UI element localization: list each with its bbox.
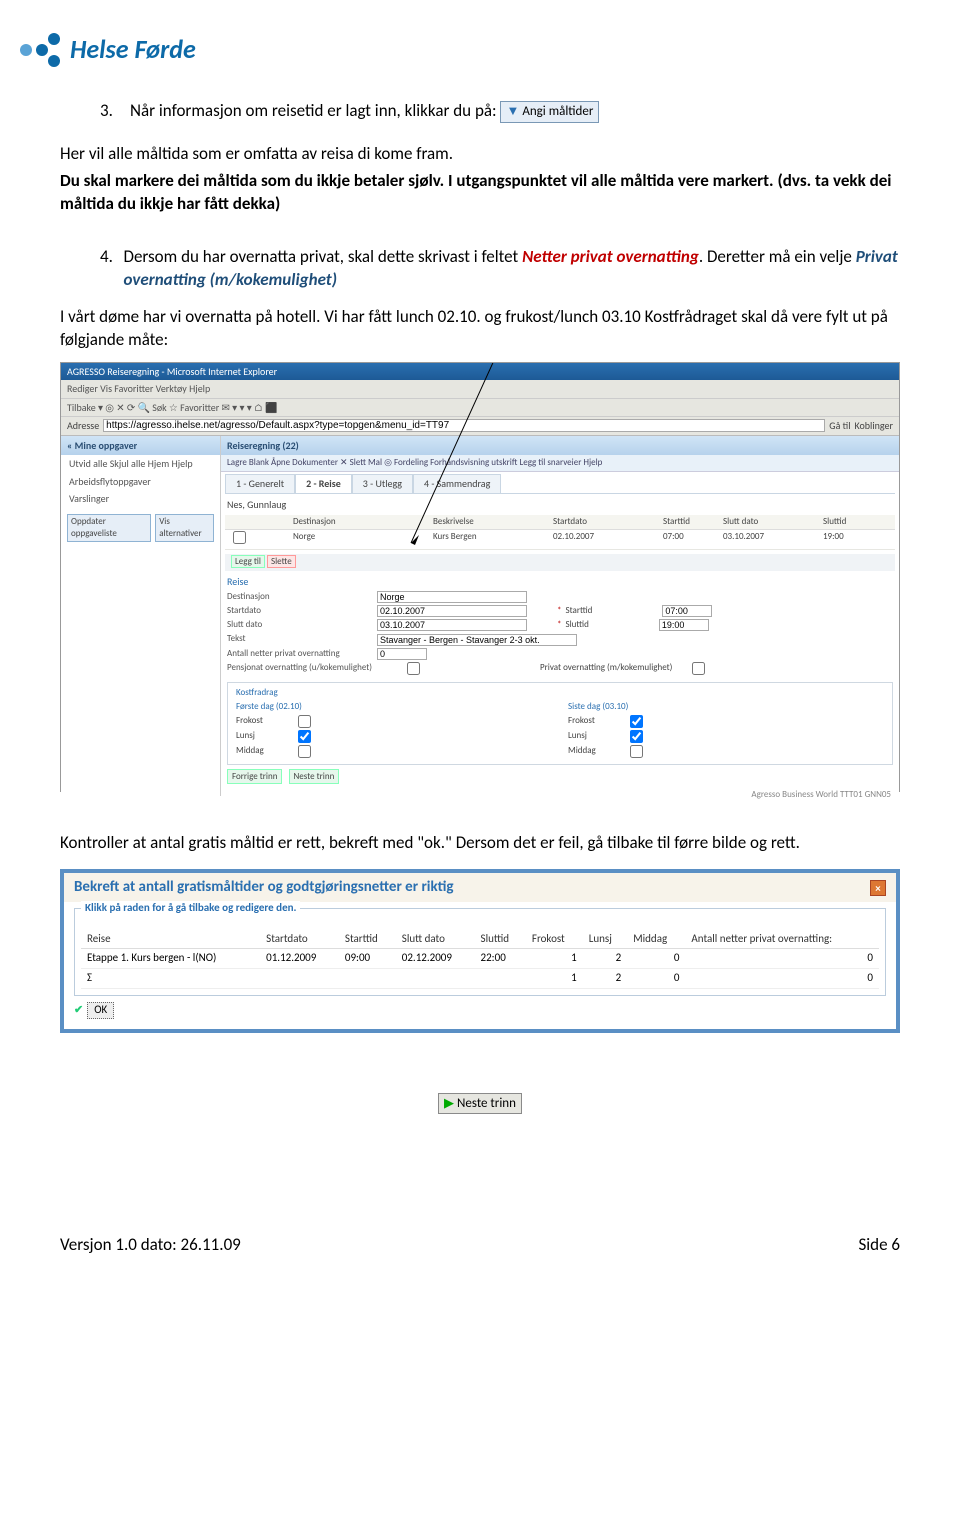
table-sum-row: Σ 12 00 [81,969,879,989]
dialog-table: ReiseStartdatoStarttid Slutt datoSluttid… [81,930,879,990]
confirm-dialog: Bekreft at antall gratismåltider og godt… [60,869,900,1032]
close-icon[interactable]: × [870,880,886,896]
step-3: 3. Når informasjon om reisetid er lagt i… [100,100,900,123]
ok-button[interactable]: OK [87,1002,114,1019]
logo-text: Helse Førde [70,32,196,67]
paragraph: Kontroller at antal gratis måltid er ret… [60,832,900,855]
dialog-legend: Klikk på raden for å gå tilbake og redig… [81,901,300,916]
arrow-annotation-icon [61,363,901,793]
paragraph-bold: Du skal markere dei måltida som du ikkje… [60,170,900,216]
document-footer: Versjon 1.0 dato: 26.11.09 Side 6 [60,1234,900,1257]
step-4: 4. Dersom du har overnatta privat, skal … [100,246,900,292]
arrow-down-icon: ▼ [506,103,519,121]
red-field-name: Netter privat overnatting [522,246,699,267]
brand-logo: Helse Førde [20,30,900,70]
neste-trinn-button[interactable]: ▶ Neste trinn [438,1093,522,1115]
version-date: Versjon 1.0 dato: 26.11.09 [60,1234,241,1257]
table-row[interactable]: Etappe 1. Kurs bergen - l(NO)01.12.20090… [81,949,879,969]
paragraph: I vårt døme har vi overnatta på hotell. … [60,306,900,352]
angi-maltider-button[interactable]: ▼ Angi måltider [500,101,599,123]
screenshot-ie-app: AGRESSO Reiseregning - Microsoft Interne… [60,362,900,792]
check-icon: ✔ [74,1003,83,1018]
page-number: Side 6 [858,1234,900,1257]
arrow-right-icon: ▶ [444,1095,454,1113]
step-3-text: Når informasjon om reisetid er lagt inn,… [130,100,497,121]
paragraph: Her vil alle måltida som er omfatta av r… [60,143,900,166]
dialog-title: Bekreft at antall gratismåltider og godt… [74,877,453,897]
logo-dots-icon [20,30,60,70]
